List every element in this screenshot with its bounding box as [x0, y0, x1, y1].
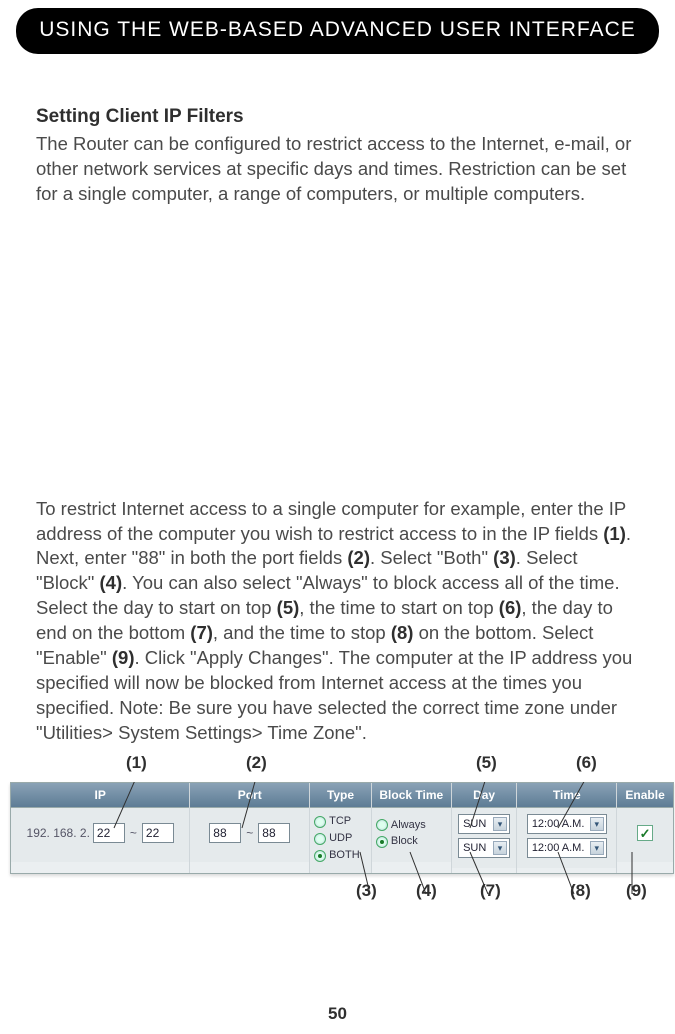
col-ip: IP 192. 168. 2. ~ — [11, 783, 190, 873]
page-number: 50 — [0, 1004, 675, 1024]
callout-4: (4) — [416, 880, 437, 903]
day-start-select[interactable]: SUN▾ — [458, 814, 510, 834]
cell-day: SUN▾ SUN▾ — [452, 808, 517, 868]
intro-paragraph: The Router can be configured to restrict… — [36, 132, 639, 207]
detail-paragraph: To restrict Internet access to a single … — [36, 497, 639, 747]
callout-8: (8) — [570, 880, 591, 903]
header-time: Time — [517, 783, 616, 808]
page-title: USING THE WEB-BASED ADVANCED USER INTERF… — [39, 18, 636, 41]
cell-ip: 192. 168. 2. ~ — [11, 808, 189, 862]
day-end-select[interactable]: SUN▾ — [458, 838, 510, 858]
enable-checkbox[interactable]: ✓ — [637, 825, 653, 841]
radio-always[interactable] — [376, 819, 388, 831]
header-port: Port — [190, 783, 309, 808]
cell-type: TCP UDP BOTH — [310, 808, 371, 873]
radio-both[interactable] — [314, 850, 326, 862]
callout-7: (7) — [480, 880, 501, 903]
header-ip: IP — [11, 783, 189, 808]
port-to-input[interactable] — [258, 823, 290, 843]
chevron-down-icon: ▾ — [590, 841, 604, 855]
ip-to-input[interactable] — [142, 823, 174, 843]
radio-tcp[interactable] — [314, 816, 326, 828]
ip-from-input[interactable] — [93, 823, 125, 843]
callout-2: (2) — [246, 752, 267, 775]
ip-prefix: 192. 168. 2. — [27, 825, 90, 841]
header-enable: Enable — [617, 783, 673, 808]
header-type: Type — [310, 783, 371, 808]
col-block-time: Block Time Always Block — [372, 783, 452, 873]
callouts-top: (1) (2) (5) (6) — [36, 752, 639, 782]
callout-3: (3) — [356, 880, 377, 903]
callouts-bottom: (3) (4) (7) (8) (9) — [36, 880, 639, 910]
callout-6: (6) — [576, 752, 597, 775]
chevron-down-icon: ▾ — [493, 817, 507, 831]
time-end-select[interactable]: 12:00 A.M.▾ — [527, 838, 607, 858]
port-from-input[interactable] — [209, 823, 241, 843]
cell-enable: ✓ — [617, 808, 673, 862]
header-day: Day — [452, 783, 517, 808]
col-type: Type TCP UDP BOTH — [310, 783, 372, 873]
filter-table-figure: IP 192. 168. 2. ~ Port ~ Type — [36, 782, 639, 874]
tilde-2: ~ — [244, 825, 255, 841]
radio-udp[interactable] — [314, 833, 326, 845]
chevron-down-icon: ▾ — [493, 841, 507, 855]
cell-block-time: Always Block — [372, 808, 451, 862]
time-start-select[interactable]: 12:00 A.M.▾ — [527, 814, 607, 834]
col-day: Day SUN▾ SUN▾ — [452, 783, 518, 873]
section-subtitle: Setting Client IP Filters — [36, 104, 639, 130]
cell-time: 12:00 A.M.▾ 12:00 A.M.▾ — [517, 808, 616, 868]
callout-9: (9) — [626, 880, 647, 903]
header-block-time: Block Time — [372, 783, 451, 808]
col-port: Port ~ — [190, 783, 310, 873]
col-time: Time 12:00 A.M.▾ 12:00 A.M.▾ — [517, 783, 617, 873]
col-enable: Enable ✓ — [617, 783, 673, 873]
callout-1: (1) — [126, 752, 147, 775]
tilde-1: ~ — [128, 825, 139, 841]
main-content: Setting Client IP Filters The Router can… — [0, 54, 675, 910]
ip-filter-table: IP 192. 168. 2. ~ Port ~ Type — [10, 782, 674, 874]
callout-5: (5) — [476, 752, 497, 775]
radio-block[interactable] — [376, 836, 388, 848]
chevron-down-icon: ▾ — [590, 817, 604, 831]
page-header: USING THE WEB-BASED ADVANCED USER INTERF… — [16, 8, 659, 54]
figure-gap — [36, 207, 639, 497]
cell-port: ~ — [190, 808, 309, 862]
